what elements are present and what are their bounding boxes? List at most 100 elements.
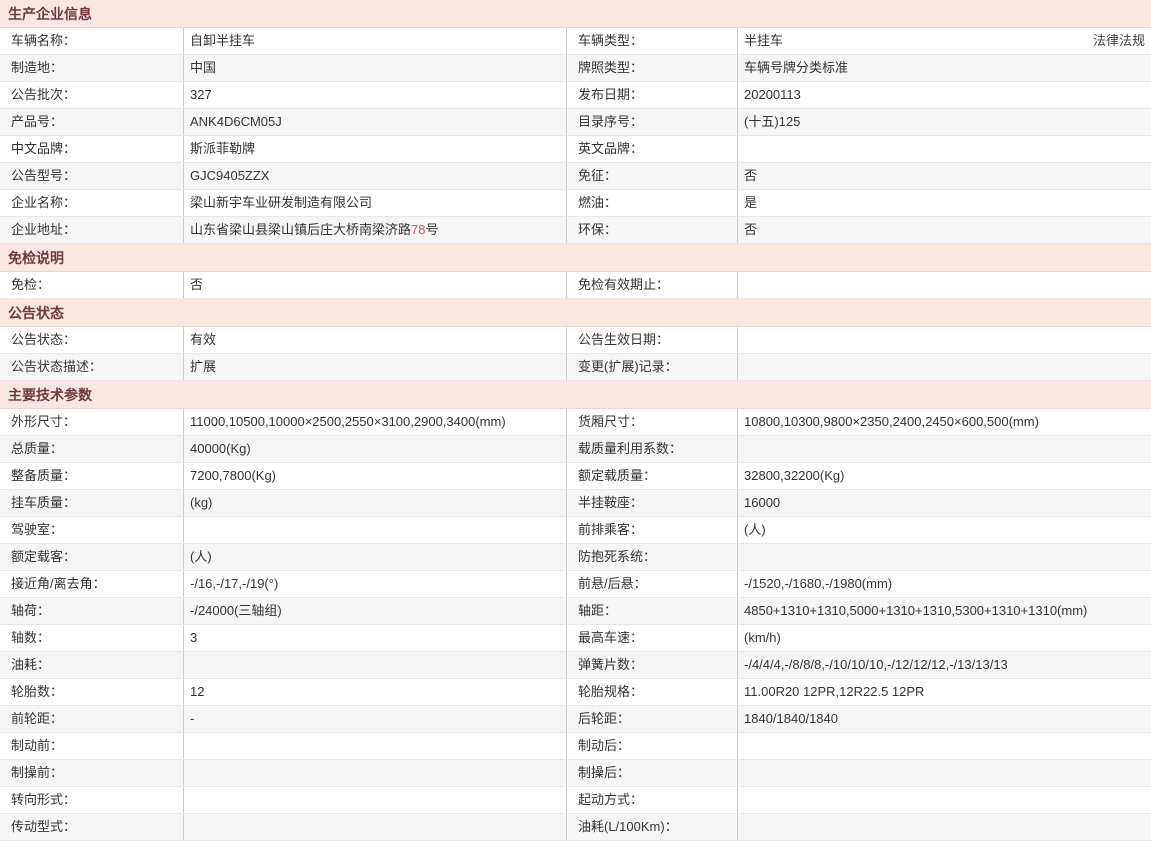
- label-cell: 免检有效期止：: [567, 272, 738, 298]
- label-cell: 制操前：: [0, 760, 184, 786]
- table-row: 挂车质量：(kg)半挂鞍座：16000: [0, 490, 1151, 517]
- table-row: 轴荷：-/24000(三轴组)轴距：4850+1310+1310,5000+13…: [0, 598, 1151, 625]
- label-cell: 弹簧片数：: [567, 652, 738, 678]
- value-cell: 扩展: [184, 354, 567, 380]
- value-cell: 327: [184, 82, 567, 108]
- value-cell: 半挂车法律法规: [738, 28, 1151, 54]
- value-cell: [184, 652, 567, 678]
- label-cell: 整备质量：: [0, 463, 184, 489]
- label-cell: 最高车速：: [567, 625, 738, 651]
- label-cell: 载质量利用系数：: [567, 436, 738, 462]
- table-row: 免检：否免检有效期止：: [0, 272, 1151, 299]
- section-header: 公告状态: [0, 299, 1151, 327]
- value-cell: 否: [738, 163, 1151, 189]
- label-cell: 传动型式：: [0, 814, 184, 840]
- highlighted-text: 78: [411, 217, 425, 243]
- value-cell: [184, 787, 567, 813]
- value-cell: -/16,-/17,-/19(°): [184, 571, 567, 597]
- label-cell: 公告批次：: [0, 82, 184, 108]
- value-cell: [738, 787, 1151, 813]
- table-row: 车辆名称：自卸半挂车车辆类型：半挂车法律法规: [0, 28, 1151, 55]
- value-cell: (km/h): [738, 625, 1151, 651]
- label-cell: 额定载客：: [0, 544, 184, 570]
- label-cell: 制动后：: [567, 733, 738, 759]
- label-cell: 后轮距：: [567, 706, 738, 732]
- value-cell: [184, 760, 567, 786]
- value-cell: ANK4D6CM05J: [184, 109, 567, 135]
- value-cell: GJC9405ZZX: [184, 163, 567, 189]
- label-cell: 企业地址：: [0, 217, 184, 243]
- label-cell: 企业名称：: [0, 190, 184, 216]
- label-cell: 接近角/离去角：: [0, 571, 184, 597]
- table-row: 企业名称：梁山新宇车业研发制造有限公司燃油：是: [0, 190, 1151, 217]
- label-cell: 前排乘客：: [567, 517, 738, 543]
- label-cell: 油耗：: [0, 652, 184, 678]
- value-cell: 中国: [184, 55, 567, 81]
- label-cell: 牌照类型：: [567, 55, 738, 81]
- label-cell: 制造地：: [0, 55, 184, 81]
- table-row: 驾驶室：前排乘客：(人): [0, 517, 1151, 544]
- label-cell: 公告型号：: [0, 163, 184, 189]
- label-cell: 制动前：: [0, 733, 184, 759]
- value-cell: 11000,10500,10000×2500,2550×3100,2900,34…: [184, 409, 567, 435]
- table-row: 传动型式：油耗(L/100Km)：: [0, 814, 1151, 841]
- value-cell: [738, 733, 1151, 759]
- section-header: 免检说明: [0, 244, 1151, 272]
- table-row: 轮胎数：12轮胎规格：11.00R20 12PR,12R22.5 12PR: [0, 679, 1151, 706]
- table-row: 额定载客：(人)防抱死系统：: [0, 544, 1151, 571]
- value-cell: [738, 354, 1151, 380]
- label-cell: 总质量：: [0, 436, 184, 462]
- label-cell: 前轮距：: [0, 706, 184, 732]
- value-cell: [738, 544, 1151, 570]
- value-cell: 32800,32200(Kg): [738, 463, 1151, 489]
- value-cell: 3: [184, 625, 567, 651]
- value-cell: 20200113: [738, 82, 1151, 108]
- value-cell: (人): [738, 517, 1151, 543]
- label-cell: 英文品牌：: [567, 136, 738, 162]
- label-cell: 公告状态：: [0, 327, 184, 353]
- label-cell: 额定载质量：: [567, 463, 738, 489]
- value-cell: 否: [738, 217, 1151, 243]
- value-cell: 斯派菲勒牌: [184, 136, 567, 162]
- value-cell: 否: [184, 272, 567, 298]
- label-cell: 环保：: [567, 217, 738, 243]
- table-row: 总质量：40000(Kg)载质量利用系数：: [0, 436, 1151, 463]
- table-row: 公告状态描述：扩展变更(扩展)记录：: [0, 354, 1151, 381]
- value-cell: [738, 136, 1151, 162]
- label-cell: 外形尺寸：: [0, 409, 184, 435]
- section-header: 主要技术参数: [0, 381, 1151, 409]
- value-cell: 1840/1840/1840: [738, 706, 1151, 732]
- legal-link[interactable]: 法律法规: [1093, 28, 1151, 54]
- table-row: 公告状态：有效公告生效日期：: [0, 327, 1151, 354]
- value-cell: 10800,10300,9800×2350,2400,2450×600,500(…: [738, 409, 1151, 435]
- value-cell: [184, 733, 567, 759]
- value-cell: 7200,7800(Kg): [184, 463, 567, 489]
- table-row: 公告型号：GJC9405ZZX免征：否: [0, 163, 1151, 190]
- label-cell: 挂车质量：: [0, 490, 184, 516]
- label-cell: 免检：: [0, 272, 184, 298]
- table-row: 制操前： 制操后：: [0, 760, 1151, 787]
- label-cell: 半挂鞍座：: [567, 490, 738, 516]
- label-cell: 货厢尺寸：: [567, 409, 738, 435]
- label-cell: 燃油：: [567, 190, 738, 216]
- value-cell: [738, 327, 1151, 353]
- value-cell: 梁山新宇车业研发制造有限公司: [184, 190, 567, 216]
- value-cell: [738, 760, 1151, 786]
- label-cell: 制操后：: [567, 760, 738, 786]
- vehicle-info-table: 生产企业信息车辆名称：自卸半挂车车辆类型：半挂车法律法规制造地：中国牌照类型：车…: [0, 0, 1151, 841]
- value-cell: 12: [184, 679, 567, 705]
- label-cell: 防抱死系统：: [567, 544, 738, 570]
- value-cell: 4850+1310+1310,5000+1310+1310,5300+1310+…: [738, 598, 1151, 624]
- label-cell: 发布日期：: [567, 82, 738, 108]
- table-row: 前轮距：-后轮距：1840/1840/1840: [0, 706, 1151, 733]
- value-cell: 自卸半挂车: [184, 28, 567, 54]
- value-cell: 40000(Kg): [184, 436, 567, 462]
- value-cell: [184, 814, 567, 840]
- value-cell: [738, 436, 1151, 462]
- value-cell: 11.00R20 12PR,12R22.5 12PR: [738, 679, 1151, 705]
- label-cell: 目录序号：: [567, 109, 738, 135]
- label-cell: 公告状态描述：: [0, 354, 184, 380]
- label-cell: 起动方式：: [567, 787, 738, 813]
- label-cell: 中文品牌：: [0, 136, 184, 162]
- table-row: 产品号：ANK4D6CM05J目录序号：(十五)125: [0, 109, 1151, 136]
